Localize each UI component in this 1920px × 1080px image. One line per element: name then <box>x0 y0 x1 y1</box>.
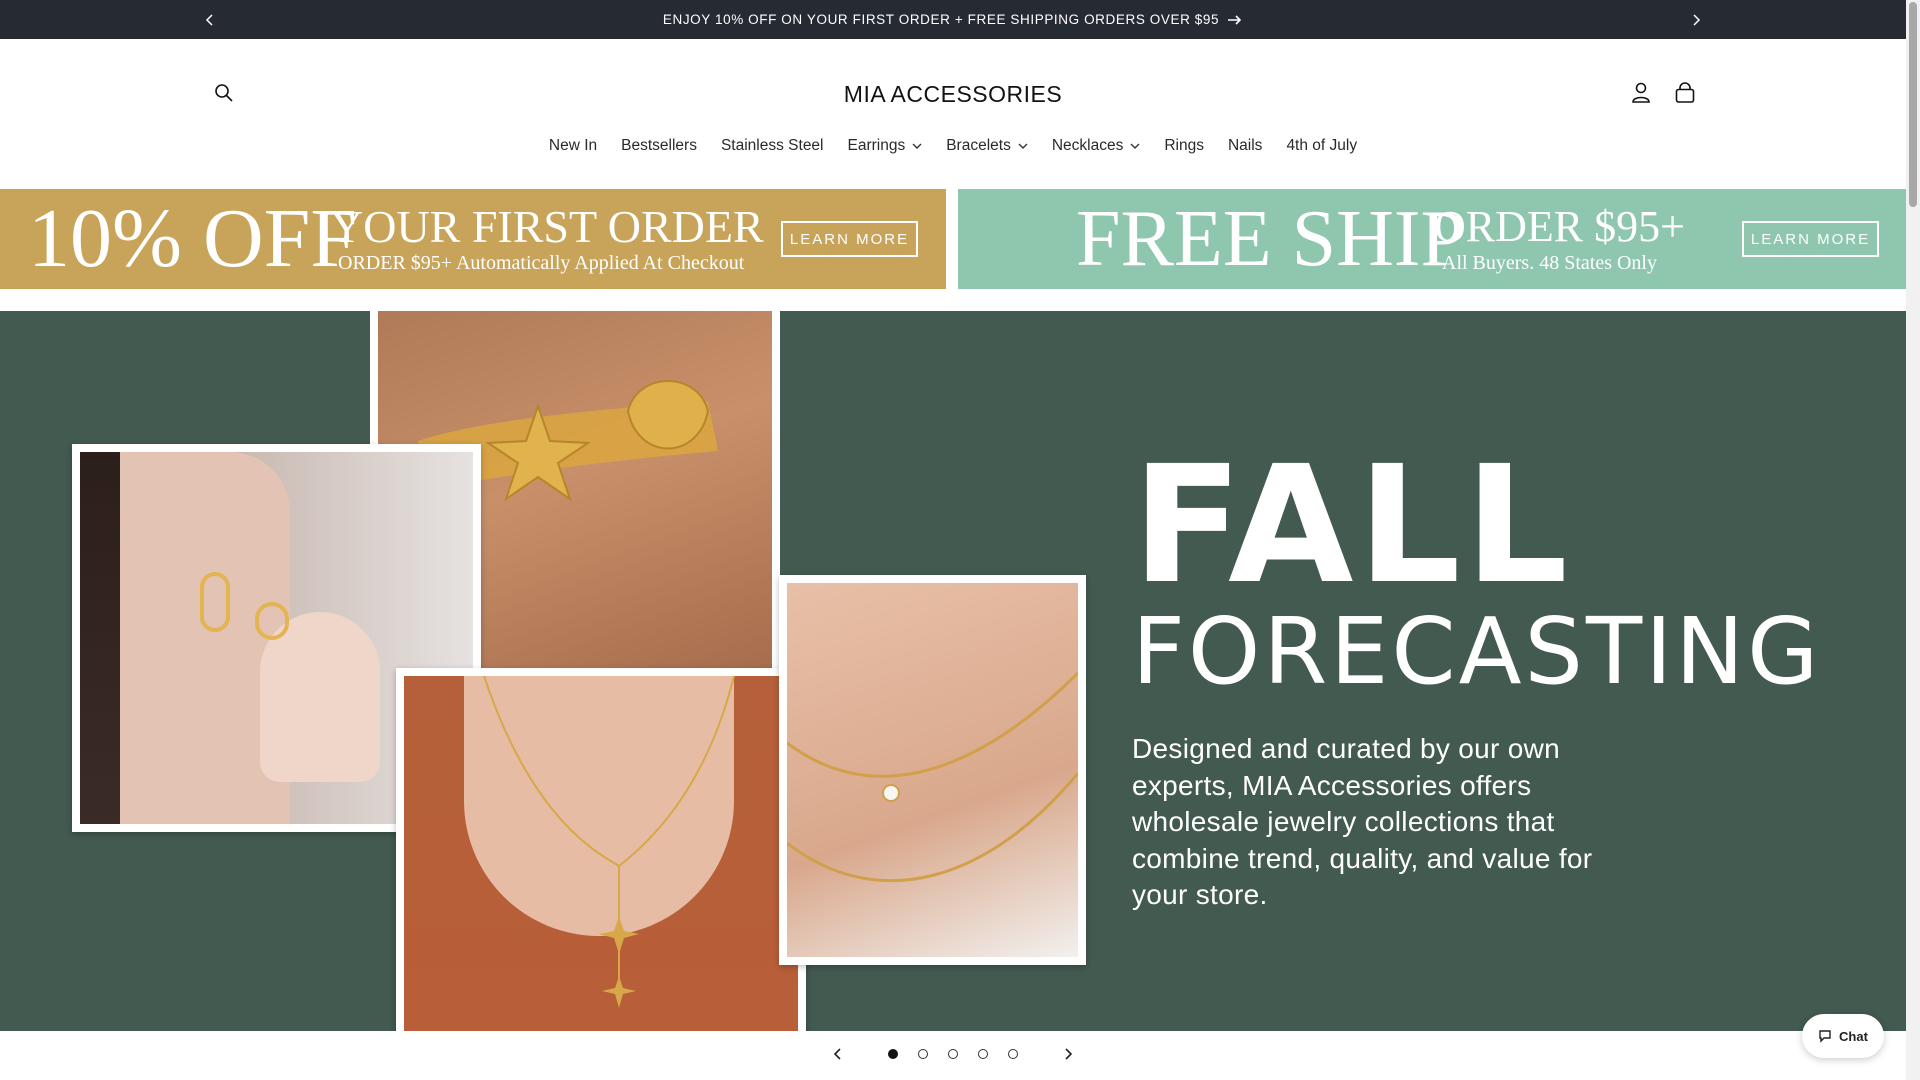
promo-left-learn-more-button[interactable]: LEARN MORE <box>781 221 918 257</box>
chevron-right-icon <box>1065 1047 1073 1060</box>
announcement-text: ENJOY 10% OFF ON YOUR FIRST ORDER + FREE… <box>662 12 1220 27</box>
account-icon <box>1632 82 1650 103</box>
slide-dot-5[interactable] <box>998 1032 1028 1076</box>
menu-item-necklaces[interactable]: Necklaces <box>1040 135 1153 157</box>
scrollbar-thumb[interactable] <box>1909 2 1917 207</box>
hero-title-line2: FORECASTING <box>1132 598 1822 705</box>
promo-right-subtext: All Buyers. 48 States Only <box>1442 252 1657 274</box>
menu-item-bestsellers[interactable]: Bestsellers <box>609 135 709 157</box>
site-header: MIA ACCESSORIES New In Bestsellers Stain… <box>0 39 1906 189</box>
chevron-left-icon <box>833 1047 841 1060</box>
page-scrollbar[interactable] <box>1906 0 1920 1080</box>
necklace-illustration <box>483 676 735 1008</box>
menu-item-earrings[interactable]: Earrings <box>836 135 935 157</box>
chat-label: Chat <box>1839 1028 1868 1044</box>
slide-dot-2[interactable] <box>908 1032 938 1076</box>
menu-item-new-in[interactable]: New In <box>537 135 609 157</box>
chat-button[interactable]: Chat <box>1802 1014 1884 1058</box>
slide-dot-3[interactable] <box>938 1032 968 1076</box>
promo-right-headline: ORDER $95+ <box>1434 202 1685 251</box>
chevron-right-icon <box>1693 14 1701 26</box>
account-button[interactable] <box>1623 75 1659 111</box>
chevron-down-icon <box>912 143 922 149</box>
cart-button[interactable] <box>1667 75 1703 111</box>
necklace-model-photo <box>396 668 806 1031</box>
slide-dot-1[interactable] <box>878 1032 908 1076</box>
chevron-down-icon <box>1018 143 1028 149</box>
hero-text-block: FALL FORECASTING Designed and curated by… <box>1132 432 1822 914</box>
promo-left-headline: YOUR FIRST ORDER <box>330 201 764 252</box>
site-logo[interactable]: MIA ACCESSORIES <box>0 81 1906 108</box>
slide-prev-button[interactable] <box>816 1032 860 1076</box>
hero-title-line1: FALL <box>1132 432 1572 620</box>
arrow-right-icon <box>1228 14 1242 25</box>
promo-left-subtext: ORDER $95+ Automatically Applied At Chec… <box>338 252 745 274</box>
hero-description: Designed and curated by our own experts,… <box>1132 733 1593 910</box>
promo-right-big-text: FREE SHIP <box>1076 195 1465 283</box>
menu-item-nails[interactable]: Nails <box>1216 135 1274 157</box>
menu-item-bracelets[interactable]: Bracelets <box>934 135 1040 157</box>
promo-left-big-text: 10% OFF <box>28 192 358 285</box>
promo-banner-free-ship[interactable]: FREE SHIP ORDER $95+ All Buyers. 48 Stat… <box>958 189 1906 289</box>
choker-model-photo <box>779 575 1086 965</box>
hero-slideshow: FALL FORECASTING Designed and curated by… <box>0 311 1906 1031</box>
menu-item-4th-of-july[interactable]: 4th of July <box>1274 135 1369 157</box>
promo-right-learn-more-button[interactable]: LEARN MORE <box>1742 221 1879 257</box>
cart-icon <box>1675 82 1695 103</box>
choker-illustration <box>787 671 1078 883</box>
slide-dots <box>878 1032 1028 1076</box>
announcement-message[interactable]: ENJOY 10% OFF ON YOUR FIRST ORDER + FREE… <box>0 0 1906 39</box>
promo-banner-first-order[interactable]: 10% OFF YOUR FIRST ORDER ORDER $95+ Auto… <box>0 189 946 289</box>
menu-item-stainless-steel[interactable]: Stainless Steel <box>709 135 836 157</box>
chat-bubble-icon <box>1819 1030 1831 1043</box>
slide-dot-4[interactable] <box>968 1032 998 1076</box>
announcement-bar: ENJOY 10% OFF ON YOUR FIRST ORDER + FREE… <box>0 0 1906 39</box>
chevron-down-icon <box>1130 143 1140 149</box>
menu-item-rings[interactable]: Rings <box>1152 135 1216 157</box>
slider-controls <box>0 1031 1906 1076</box>
announcement-next-button[interactable] <box>1682 6 1710 34</box>
slide-next-button[interactable] <box>1046 1032 1090 1076</box>
main-menu: New In Bestsellers Stainless Steel Earri… <box>0 135 1906 157</box>
